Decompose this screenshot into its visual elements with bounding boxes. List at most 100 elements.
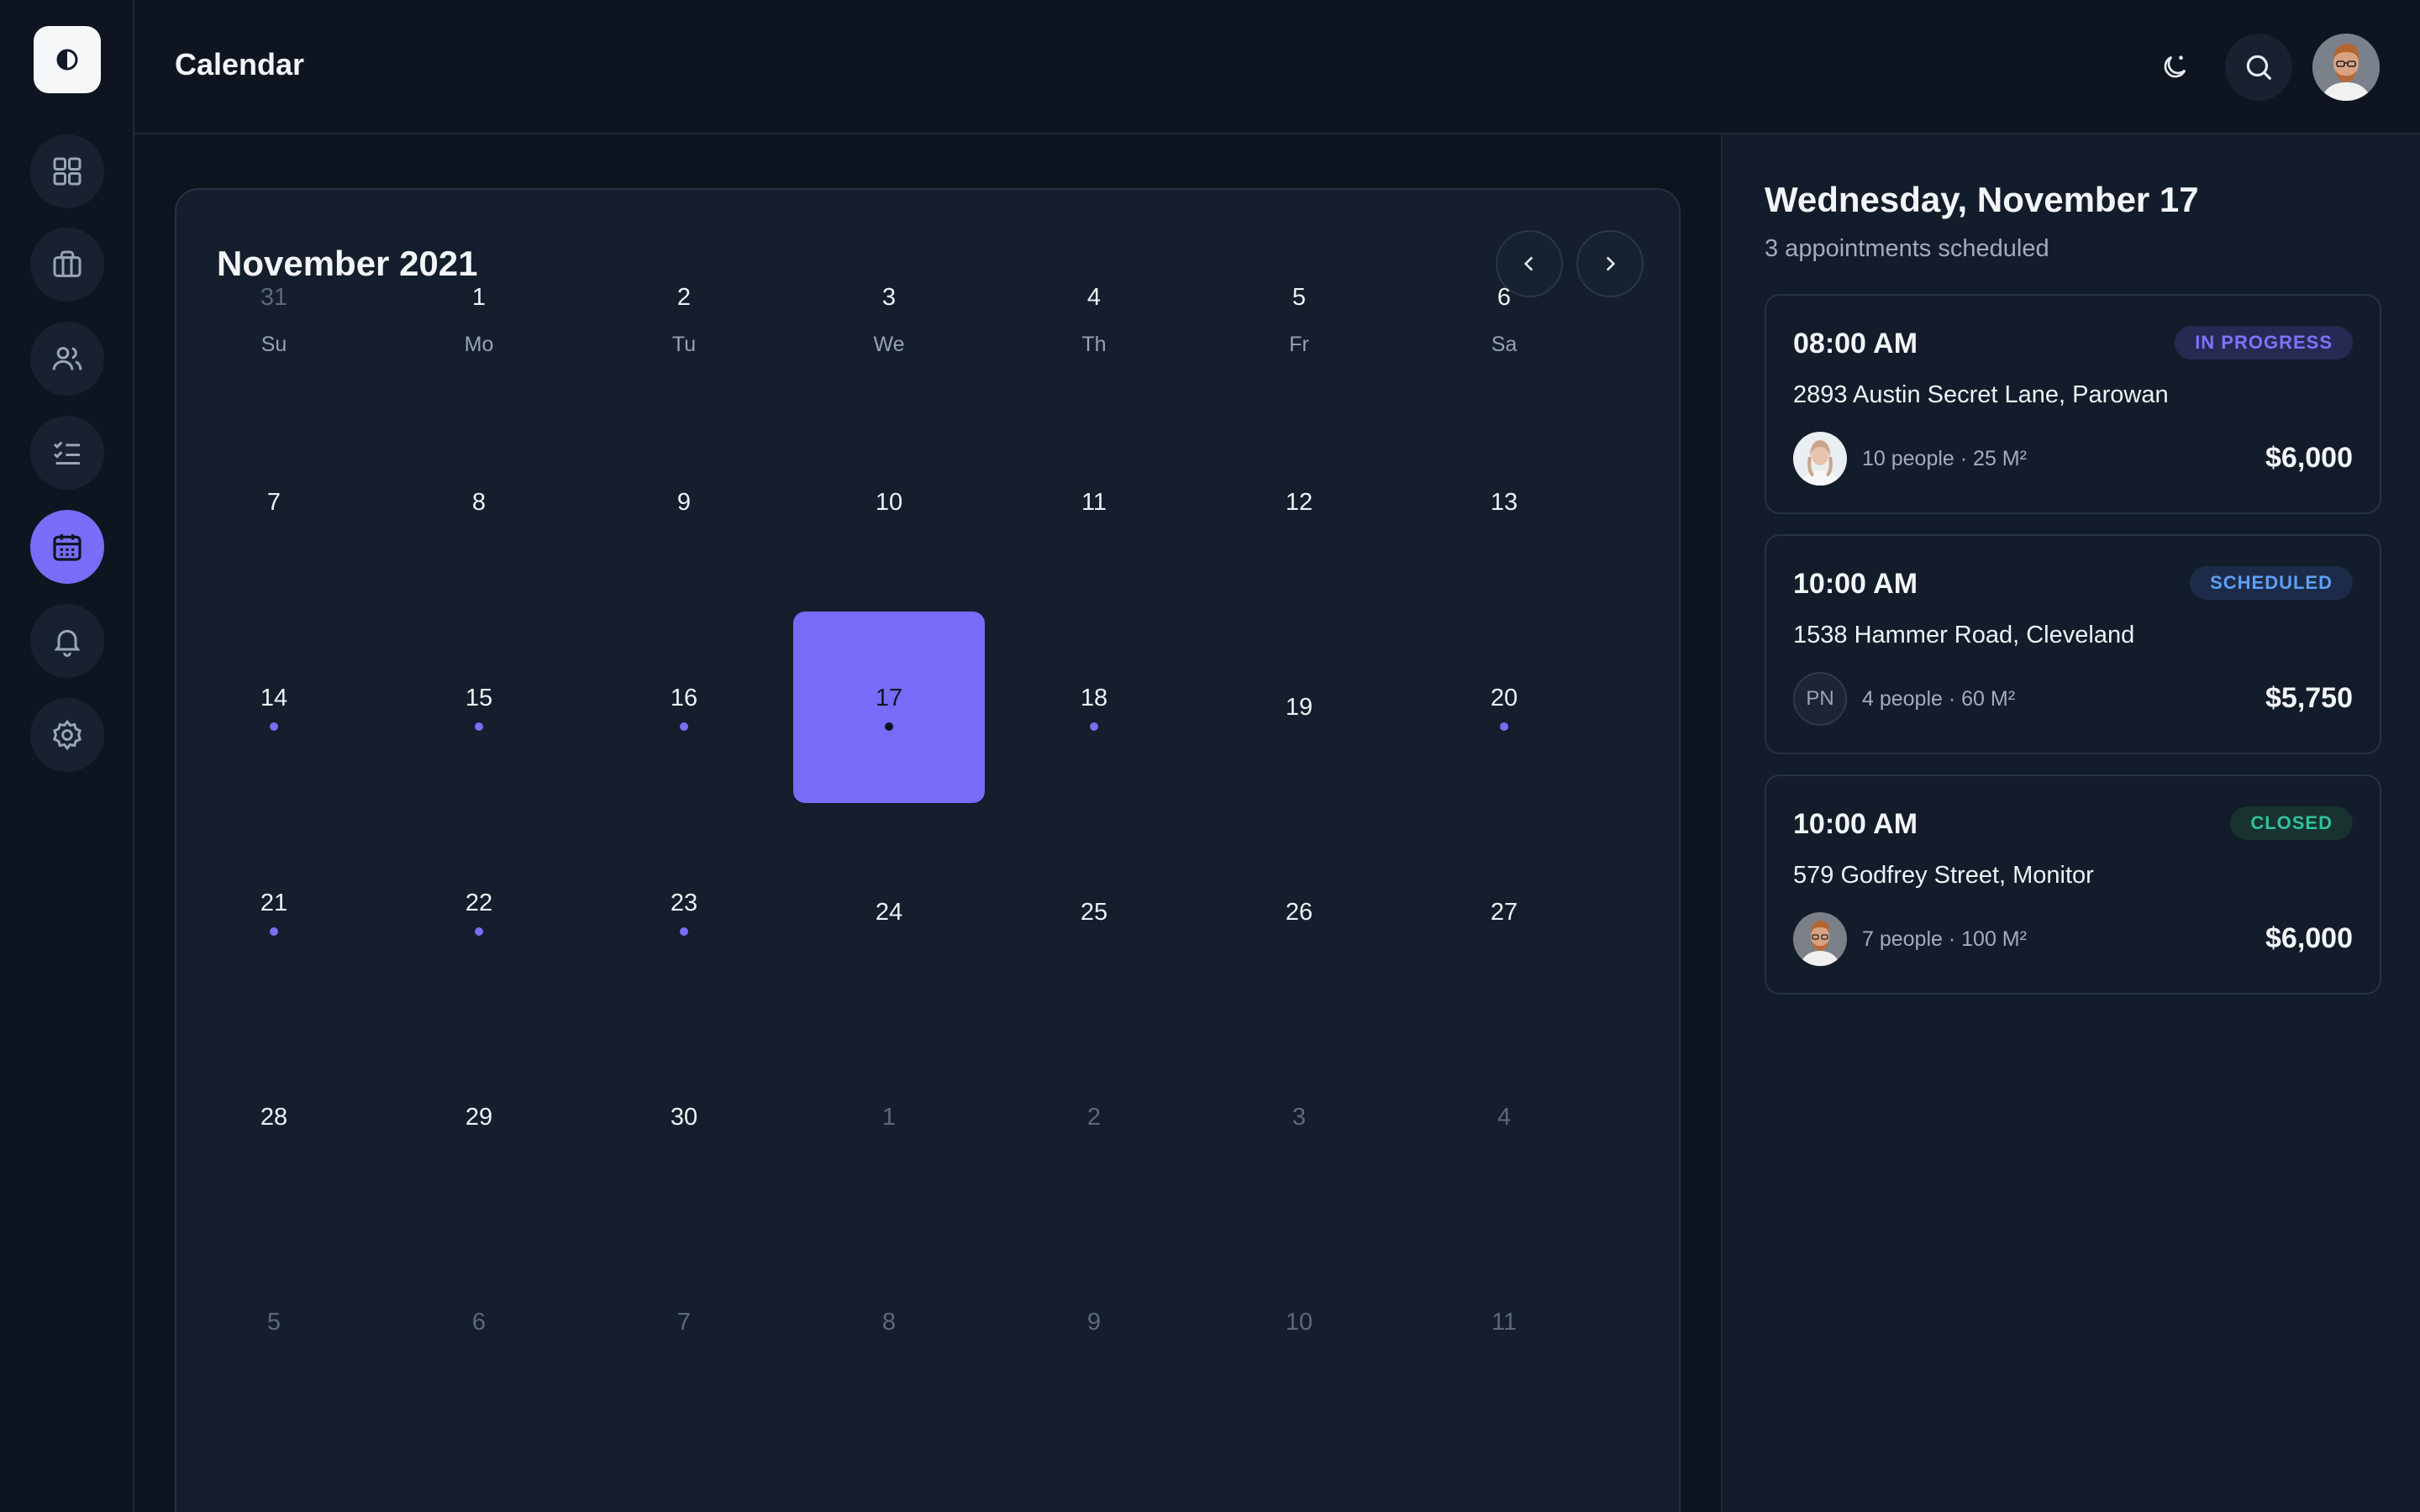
day-number: 16 [670, 684, 698, 711]
calendar-day[interactable]: 10 [793, 407, 985, 598]
day-detail-panel: Wednesday, November 17 3 appointments sc… [1721, 134, 2420, 1512]
appointments-count: 3 appointments scheduled [1765, 235, 2049, 262]
checklist-icon [53, 441, 80, 465]
calendar-day[interactable]: 21 [178, 816, 370, 1008]
calendar-day[interactable]: 27 [1408, 816, 1600, 1008]
calendar-day[interactable]: 25 [998, 816, 1190, 1008]
day-number: 6 [1497, 283, 1512, 311]
calendar-day[interactable]: 30 [588, 1021, 780, 1213]
calendar-day[interactable]: 8 [793, 1226, 985, 1418]
status-badge: SCHEDULED [2190, 566, 2353, 600]
calendar-day[interactable]: 3 [793, 202, 985, 393]
calendar-day[interactable]: 4 [1408, 1021, 1600, 1213]
day-number: 1 [881, 1103, 897, 1131]
appointment-dot [270, 927, 278, 936]
calendar-day[interactable]: 5 [178, 1226, 370, 1418]
day-number: 24 [875, 898, 903, 926]
day-number: 19 [1285, 693, 1313, 721]
calendar-day[interactable]: 7 [588, 1226, 780, 1418]
app-logo[interactable] [34, 26, 101, 93]
calendar-day[interactable]: 9 [588, 407, 780, 598]
day-number: 7 [266, 488, 281, 516]
appointment-card[interactable]: 08:00 AM IN PROGRESS 2893 Austin Secret … [1765, 294, 2381, 514]
users-icon [52, 347, 82, 370]
day-number: 7 [676, 1308, 692, 1336]
appointment-dot [885, 722, 893, 731]
calendar-day[interactable]: 12 [1203, 407, 1395, 598]
calendar-day[interactable]: 15 [383, 612, 575, 803]
day-number: 2 [1086, 1103, 1102, 1131]
appointment-meta: 4 people · 60 M² [1862, 687, 2016, 711]
calendar-day[interactable]: 28 [178, 1021, 370, 1213]
appointment-card[interactable]: 10:00 AM SCHEDULED 1538 Hammer Road, Cle… [1765, 534, 2381, 754]
sidebar-item-users[interactable] [30, 322, 104, 396]
chevron-right-icon [1606, 256, 1616, 271]
app-root: Calendar November 2021 Su Mo Tu We Th Fr… [0, 0, 2420, 1512]
calendar-day[interactable]: 18 [998, 612, 1190, 803]
day-number: 26 [1285, 898, 1313, 926]
calendar-day[interactable]: 31 [178, 202, 370, 393]
calendar-day[interactable]: 29 [383, 1021, 575, 1213]
day-number: 28 [260, 1103, 288, 1131]
sidebar-item-dashboard[interactable] [30, 134, 104, 208]
appointment-card[interactable]: 10:00 AM CLOSED 579 Godfrey Street, Moni… [1765, 774, 2381, 995]
appointment-meta: 7 people · 100 M² [1862, 927, 2027, 951]
sidebar-item-tasks[interactable] [30, 416, 104, 490]
calendar-day[interactable]: 9 [998, 1226, 1190, 1418]
calendar-day[interactable]: 24 [793, 816, 985, 1008]
calendar-day[interactable]: 5 [1203, 202, 1395, 393]
appointment-dot [475, 722, 483, 731]
day-number: 15 [465, 684, 493, 711]
sidebar-item-settings[interactable] [30, 698, 104, 772]
calendar-day[interactable]: 22 [383, 816, 575, 1008]
calendar-day[interactable]: 10 [1203, 1226, 1395, 1418]
day-number: 10 [1285, 1308, 1313, 1336]
calendar-day[interactable]: 1 [793, 1021, 985, 1213]
calendar-day[interactable]: 11 [998, 407, 1190, 598]
day-number: 31 [260, 283, 288, 311]
client-initials-avatar: PN [1793, 672, 1847, 726]
calendar-day[interactable]: 11 [1408, 1226, 1600, 1418]
day-number: 23 [670, 889, 698, 916]
day-number: 6 [471, 1308, 487, 1336]
calendar-day[interactable]: 7 [178, 407, 370, 598]
appointment-time: 10:00 AM [1793, 808, 1918, 840]
theme-toggle-button[interactable] [2141, 34, 2208, 101]
calendar-day[interactable]: 3 [1203, 1021, 1395, 1213]
calendar-day[interactable]: 2 [998, 1021, 1190, 1213]
sidebar-item-calendar[interactable] [30, 510, 104, 584]
appointment-address: 579 Godfrey Street, Monitor [1793, 862, 2094, 889]
day-number: 4 [1086, 283, 1102, 311]
day-number: 18 [1080, 684, 1108, 711]
client-photo [1793, 432, 1847, 486]
client-avatar [1793, 432, 1847, 486]
day-number: 14 [260, 684, 288, 711]
calendar-day[interactable]: 19 [1203, 612, 1395, 803]
day-number: 25 [1080, 898, 1108, 926]
calendar-day[interactable]: 13 [1408, 407, 1600, 598]
calendar-day[interactable]: 14 [178, 612, 370, 803]
calendar-day[interactable]: 20 [1408, 612, 1600, 803]
status-badge: IN PROGRESS [2175, 326, 2353, 360]
day-number: 11 [1081, 488, 1107, 516]
bell-icon [54, 629, 81, 657]
calendar-icon [53, 534, 82, 561]
calendar-day[interactable]: 4 [998, 202, 1190, 393]
calendar-day[interactable]: 16 [588, 612, 780, 803]
calendar-day[interactable]: 6 [1408, 202, 1600, 393]
user-avatar[interactable] [2312, 34, 2380, 101]
search-button[interactable] [2225, 34, 2292, 101]
calendar-day[interactable]: 2 [588, 202, 780, 393]
calendar-day[interactable]: 8 [383, 407, 575, 598]
calendar-day-selected[interactable]: 17 [793, 612, 985, 803]
sidebar-item-notifications[interactable] [30, 604, 104, 678]
sidebar-item-projects[interactable] [30, 228, 104, 302]
calendar-day[interactable]: 26 [1203, 816, 1395, 1008]
calendar-day[interactable]: 23 [588, 816, 780, 1008]
appointment-address: 1538 Hammer Road, Cleveland [1793, 622, 2135, 648]
calendar-day[interactable]: 1 [383, 202, 575, 393]
day-number: 3 [1292, 1103, 1307, 1131]
day-number: 4 [1497, 1103, 1512, 1131]
calendar-day[interactable]: 6 [383, 1226, 575, 1418]
appointment-price: $6,000 [2265, 922, 2353, 954]
